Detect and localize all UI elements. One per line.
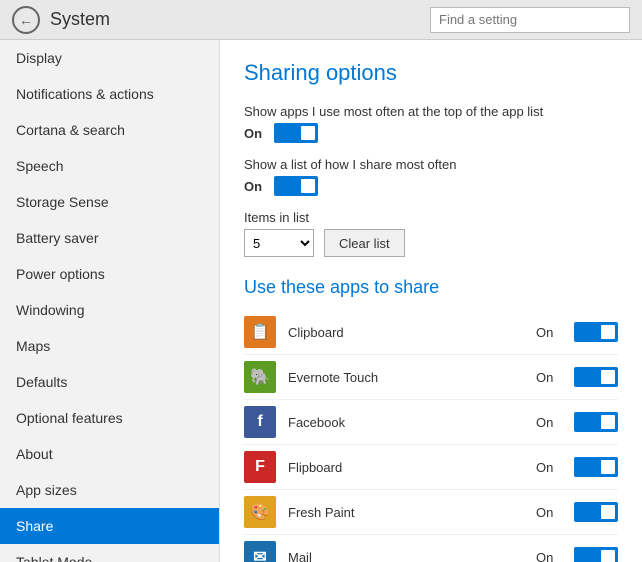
setting1-toggle[interactable] — [274, 123, 318, 143]
sidebar-item-power[interactable]: Power options — [0, 256, 219, 292]
app-toggle-facebook[interactable] — [574, 412, 618, 432]
app-name-flipboard: Flipboard — [288, 460, 536, 475]
app-toggle-clipboard[interactable] — [574, 322, 618, 342]
sidebar-item-storage[interactable]: Storage Sense — [0, 184, 219, 220]
app-status-clipboard: On — [536, 325, 566, 340]
sidebar-item-appsizes[interactable]: App sizes — [0, 472, 219, 508]
sharing-options-title: Sharing options — [244, 60, 618, 86]
sidebar-item-cortana[interactable]: Cortana & search — [0, 112, 219, 148]
app-icon-clipboard: 📋 — [244, 316, 276, 348]
app-name-mail: Mail — [288, 550, 536, 562]
sidebar-item-display[interactable]: Display — [0, 40, 219, 76]
apps-section-title: Use these apps to share — [244, 277, 618, 298]
app-row-evernote: 🐘 Evernote TouchOn — [244, 355, 618, 400]
setting2-value-label: On — [244, 179, 264, 194]
sidebar-item-defaults[interactable]: Defaults — [0, 364, 219, 400]
app-toggle-freshpaint[interactable] — [574, 502, 618, 522]
sidebar-item-notifications[interactable]: Notifications & actions — [0, 76, 219, 112]
app-name-clipboard: Clipboard — [288, 325, 536, 340]
sidebar-item-optional[interactable]: Optional features — [0, 400, 219, 436]
app-status-freshpaint: On — [536, 505, 566, 520]
app-status-flipboard: On — [536, 460, 566, 475]
main-layout: DisplayNotifications & actionsCortana & … — [0, 40, 642, 562]
back-arrow-icon: ← — [19, 12, 33, 28]
sidebar-item-maps[interactable]: Maps — [0, 328, 219, 364]
setting1-value-label: On — [244, 126, 264, 141]
apps-list: 📋ClipboardOn🐘Evernote TouchOnfFacebookOn… — [244, 310, 618, 562]
app-toggle-flipboard[interactable] — [574, 457, 618, 477]
app-name-evernote: Evernote Touch — [288, 370, 536, 385]
app-status-mail: On — [536, 550, 566, 562]
items-select[interactable]: 53710 — [244, 229, 314, 257]
sidebar-item-about[interactable]: About — [0, 436, 219, 472]
app-name-freshpaint: Fresh Paint — [288, 505, 536, 520]
setting2-toggle[interactable] — [274, 176, 318, 196]
content-area: Sharing options Show apps I use most oft… — [220, 40, 642, 562]
app-icon-evernote: 🐘 — [244, 361, 276, 393]
setting1-value-row: On — [244, 123, 618, 143]
setting-row-1: Show apps I use most often at the top of… — [244, 104, 618, 143]
back-button[interactable]: ← — [12, 6, 40, 34]
sidebar-item-windowing[interactable]: Windowing — [0, 292, 219, 328]
setting-row-2: Show a list of how I share most often On — [244, 157, 618, 196]
sidebar: DisplayNotifications & actionsCortana & … — [0, 40, 220, 562]
items-in-list-label: Items in list — [244, 210, 618, 225]
app-icon-facebook: f — [244, 406, 276, 438]
app-row-clipboard: 📋 ClipboardOn — [244, 310, 618, 355]
sidebar-item-battery[interactable]: Battery saver — [0, 220, 219, 256]
setting2-label: Show a list of how I share most often — [244, 157, 618, 172]
window-title: System — [50, 9, 430, 30]
app-row-flipboard: F FlipboardOn — [244, 445, 618, 490]
setting2-value-row: On — [244, 176, 618, 196]
app-row-facebook: f FacebookOn — [244, 400, 618, 445]
items-controls-row: 53710 Clear list — [244, 229, 618, 257]
title-bar: ← System — [0, 0, 642, 40]
app-toggle-evernote[interactable] — [574, 367, 618, 387]
app-toggle-mail[interactable] — [574, 547, 618, 562]
app-status-facebook: On — [536, 415, 566, 430]
app-icon-freshpaint: 🎨 — [244, 496, 276, 528]
app-icon-flipboard: F — [244, 451, 276, 483]
app-status-evernote: On — [536, 370, 566, 385]
sidebar-item-speech[interactable]: Speech — [0, 148, 219, 184]
sidebar-item-share[interactable]: Share — [0, 508, 219, 544]
setting1-label: Show apps I use most often at the top of… — [244, 104, 618, 119]
search-input[interactable] — [430, 7, 630, 33]
app-icon-mail: ✉ — [244, 541, 276, 562]
app-row-mail: ✉ MailOn — [244, 535, 618, 562]
app-name-facebook: Facebook — [288, 415, 536, 430]
app-row-freshpaint: 🎨 Fresh PaintOn — [244, 490, 618, 535]
items-in-list-row: Items in list 53710 Clear list — [244, 210, 618, 257]
clear-list-button[interactable]: Clear list — [324, 229, 405, 257]
sidebar-item-tablet[interactable]: Tablet Mode — [0, 544, 219, 562]
